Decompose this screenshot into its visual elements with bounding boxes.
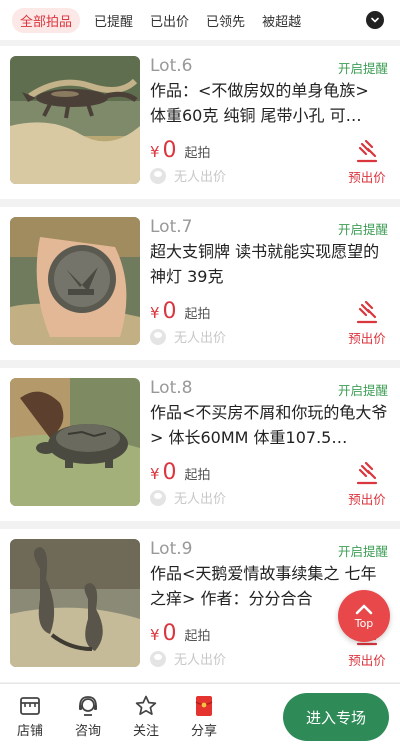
avatar [150,650,166,667]
lot-card[interactable]: Lot.6 开启提醒 作品：<不做房奴的单身龟族> 体重60克 纯铜 尾带小孔 … [0,46,400,199]
avatar [150,167,166,184]
pre-bid-label: 预出价 [348,331,386,346]
filter-tabs: 全部拍品 已提醒 已出价 已领先 被超越 [0,0,400,40]
enable-reminder-button[interactable]: 开启提醒 [338,58,388,77]
customer-service-icon [79,696,97,716]
pre-bid-button[interactable]: 预出价 [344,460,390,508]
gavel-icon [356,300,378,324]
lot-price: ¥ 0 起拍 [150,299,211,324]
price-value: 0 [162,138,177,163]
lot-list: Lot.6 开启提醒 作品：<不做房奴的单身龟族> 体重60克 纯铜 尾带小孔 … [0,46,400,690]
tab-leading[interactable]: 已领先 [206,11,245,30]
bidder-text: 无人出价 [174,653,227,668]
pre-bid-button[interactable]: 预出价 [344,138,390,186]
chevron-down-icon[interactable] [366,11,384,29]
price-value: 0 [162,621,177,646]
pre-bid-label: 预出价 [348,492,386,507]
lot-title[interactable]: 超大支铜牌 读书就能实现愿望的神灯 39克 [150,239,388,289]
start-label: 起拍 [184,629,211,644]
currency-symbol: ¥ [150,626,160,644]
enable-reminder-button[interactable]: 开启提醒 [338,541,388,560]
bidder-status: 无人出价 [150,327,226,346]
follow-label: 关注 [132,724,159,739]
lot-number: Lot.6 [150,56,193,76]
gavel-icon [356,139,378,163]
share-label: 分享 [190,724,217,739]
currency-symbol: ¥ [150,465,160,483]
pre-bid-button[interactable]: 预出价 [344,299,390,347]
price-value: 0 [162,460,177,485]
avatar [150,328,166,345]
lot-image[interactable] [10,378,140,506]
currency-symbol: ¥ [150,143,160,161]
tab-outbid[interactable]: 被超越 [262,11,301,30]
shop-label: 店铺 [16,724,43,739]
lot-number: Lot.8 [150,378,193,398]
bidder-status: 无人出价 [150,488,226,507]
tab-bid[interactable]: 已出价 [150,11,189,30]
lot-title[interactable]: 作品：<不做房奴的单身龟族> 体重60克 纯铜 尾带小孔 可… [150,78,388,128]
enable-reminder-button[interactable]: 开启提醒 [338,380,388,399]
bidder-text: 无人出价 [174,170,227,185]
top-label: Top [354,617,374,630]
currency-symbol: ¥ [150,304,160,322]
lot-number: Lot.9 [150,539,193,559]
gavel-icon [356,461,378,485]
price-value: 0 [162,299,177,324]
lot-image[interactable] [10,217,140,345]
arrow-up-icon [355,604,373,615]
shop-icon [20,697,40,715]
pre-bid-label: 预出价 [348,170,386,185]
tab-reminded[interactable]: 已提醒 [94,11,133,30]
shop-button[interactable]: 店铺 [10,694,50,739]
bidder-status: 无人出价 [150,649,226,668]
bidder-text: 无人出价 [174,331,227,346]
enter-special-session-button[interactable]: 进入专场 [283,693,389,741]
consult-label: 咨询 [74,724,101,739]
start-label: 起拍 [184,307,211,322]
tab-all-lots[interactable]: 全部拍品 [12,7,81,33]
bidder-text: 无人出价 [174,492,227,507]
pre-bid-label: 预出价 [348,653,386,668]
bidder-status: 无人出价 [150,166,226,185]
lot-price: ¥ 0 起拍 [150,460,211,485]
bottom-bar: 店铺 咨询 关注 分享 进入专场 [0,683,400,751]
star-icon [135,695,157,716]
lot-image[interactable] [10,56,140,184]
lot-price: ¥ 0 起拍 [150,138,211,163]
share-button[interactable]: 分享 [184,694,224,739]
lot-card[interactable]: Lot.8 开启提醒 作品<不买房不屑和你玩的龟大爷> 体长60MM 体重107… [0,368,400,521]
start-label: 起拍 [184,146,211,161]
enable-reminder-button[interactable]: 开启提醒 [338,219,388,238]
consult-button[interactable]: 咨询 [68,694,108,739]
back-to-top-button[interactable]: Top [338,590,390,642]
lot-card[interactable]: Lot.7 开启提醒 超大支铜牌 读书就能实现愿望的神灯 39克 ¥ 0 起拍 … [0,207,400,360]
lot-price: ¥ 0 起拍 [150,621,211,646]
lot-number: Lot.7 [150,217,193,237]
avatar [150,489,166,506]
red-envelope-icon [195,696,213,716]
follow-button[interactable]: 关注 [126,694,166,739]
start-label: 起拍 [184,468,211,483]
lot-title[interactable]: 作品<不买房不屑和你玩的龟大爷> 体长60MM 体重107.5… [150,400,388,450]
lot-image[interactable] [10,539,140,667]
